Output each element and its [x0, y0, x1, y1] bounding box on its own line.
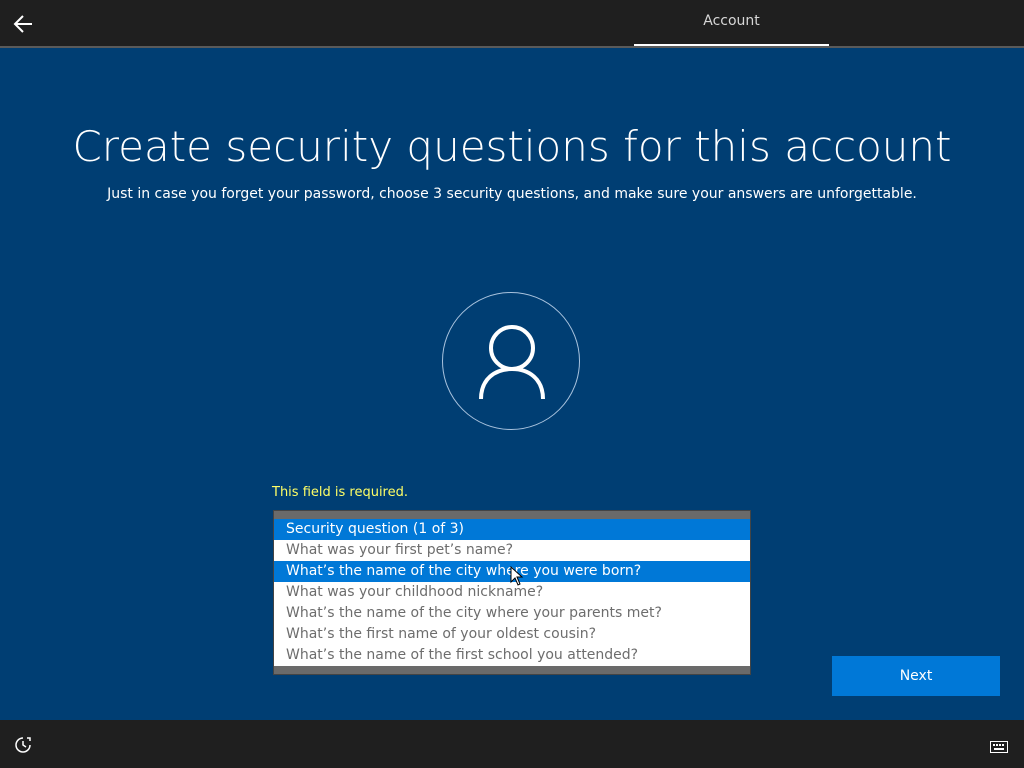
top-bar: Account — [0, 0, 1024, 48]
keyboard-icon — [990, 741, 1008, 753]
next-button[interactable]: Next — [832, 656, 1000, 696]
dropdown-option-parents-met-city[interactable]: What’s the name of the city where your p… — [274, 603, 750, 624]
ease-of-access-icon — [15, 737, 31, 753]
user-icon — [479, 325, 545, 400]
dropdown-option-first-pet[interactable]: What was your first pet’s name? — [274, 540, 750, 561]
keyboard-button[interactable] — [990, 738, 1008, 753]
dropdown-option-birth-city[interactable]: What’s the name of the city where you we… — [274, 561, 750, 582]
arrow-left-icon — [13, 15, 32, 33]
security-question-dropdown[interactable]: Security question (1 of 3) What was your… — [273, 510, 751, 675]
dropdown-option-first-school[interactable]: What’s the name of the first school you … — [274, 645, 750, 666]
tab-account: Account — [634, 0, 829, 46]
field-required-error: This field is required. — [272, 485, 408, 500]
page-title: Create security questions for this accou… — [72, 122, 952, 171]
bottom-bar — [0, 720, 1024, 768]
setup-screen: Account Create security questions for th… — [0, 0, 1024, 768]
dropdown-list-footer — [274, 666, 750, 674]
next-button-label: Next — [899, 668, 933, 684]
dropdown-option-oldest-cousin[interactable]: What’s the first name of your oldest cou… — [274, 624, 750, 645]
ease-of-access-button[interactable] — [14, 736, 32, 754]
tab-account-label: Account — [703, 13, 760, 29]
dropdown-option-childhood-nickname[interactable]: What was your childhood nickname? — [274, 582, 750, 603]
page-subtitle: Just in case you forget your password, c… — [107, 186, 917, 202]
dropdown-option-placeholder[interactable]: Security question (1 of 3) — [274, 519, 750, 540]
back-button[interactable] — [10, 10, 38, 38]
avatar — [442, 292, 580, 430]
